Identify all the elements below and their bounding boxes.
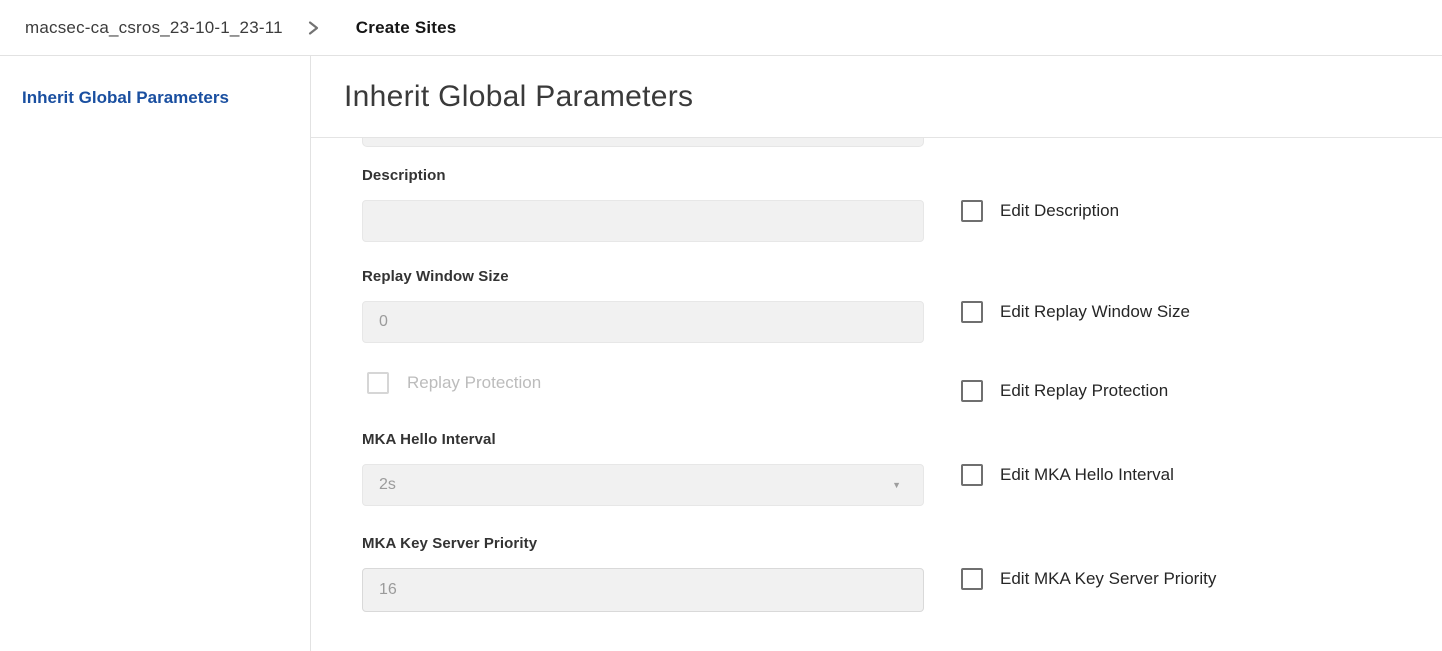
description-label: Description <box>362 167 924 185</box>
replay-protection-label: Replay Protection <box>407 373 541 393</box>
edit-replay-protection-label: Edit Replay Protection <box>1000 381 1168 401</box>
edit-mka-hello-interval-label: Edit MKA Hello Interval <box>1000 465 1174 485</box>
edit-mka-hello-interval-toggle[interactable]: Edit MKA Hello Interval <box>961 464 1174 486</box>
edit-replay-window-size-toggle[interactable]: Edit Replay Window Size <box>961 301 1190 323</box>
breadcrumb-current: Create Sites <box>356 18 457 38</box>
mka-hello-interval-value: 2s <box>379 476 396 494</box>
description-field: Description <box>362 167 924 242</box>
edit-mka-hello-interval-checkbox[interactable] <box>961 464 983 486</box>
replay-window-size-label: Replay Window Size <box>362 268 924 286</box>
edit-mka-key-server-priority-checkbox[interactable] <box>961 568 983 590</box>
steps-sidebar: Inherit Global Parameters <box>0 56 311 651</box>
edit-description-label: Edit Description <box>1000 201 1119 221</box>
body: Inherit Global Parameters Inherit Global… <box>0 56 1442 651</box>
edit-replay-window-size-label: Edit Replay Window Size <box>1000 302 1190 322</box>
description-input[interactable] <box>362 200 924 242</box>
page-title: Inherit Global Parameters <box>344 80 693 114</box>
replay-protection-row: Replay Protection Edit Replay Protection <box>362 372 1442 402</box>
replay-window-size-row: Replay Window Size Edit Replay Window Si… <box>362 268 1442 343</box>
edit-description-checkbox[interactable] <box>961 200 983 222</box>
mka-key-server-priority-row: MKA Key Server Priority Edit MKA Key Ser… <box>362 535 1442 612</box>
mka-key-server-priority-field: MKA Key Server Priority <box>362 535 924 612</box>
mka-hello-interval-row: MKA Hello Interval 2s ▼ Edit MKA Hello I… <box>362 431 1442 506</box>
edit-replay-protection-toggle[interactable]: Edit Replay Protection <box>961 380 1168 402</box>
main-panel: Inherit Global Parameters Description <box>311 56 1442 651</box>
mka-key-server-priority-input[interactable] <box>362 568 924 612</box>
edit-description-toggle[interactable]: Edit Description <box>961 200 1119 222</box>
breadcrumb: macsec-ca_csros_23-10-1_23-11 Create Sit… <box>0 0 1442 56</box>
replay-protection-field: Replay Protection <box>362 372 924 394</box>
edit-mka-key-server-priority-label: Edit MKA Key Server Priority <box>1000 569 1216 589</box>
description-row: Description <box>362 167 1442 242</box>
breadcrumb-parent-link[interactable]: macsec-ca_csros_23-10-1_23-11 <box>25 18 283 38</box>
replay-window-size-input[interactable] <box>362 301 924 343</box>
replay-protection-control[interactable]: Replay Protection <box>362 372 924 394</box>
mka-hello-interval-field: MKA Hello Interval 2s ▼ <box>362 431 924 506</box>
edit-replay-protection-checkbox[interactable] <box>961 380 983 402</box>
partial-input-cutoff[interactable] <box>362 138 924 147</box>
form-area: Description <box>311 138 1442 651</box>
mka-key-server-priority-label: MKA Key Server Priority <box>362 535 924 553</box>
mka-hello-interval-label: MKA Hello Interval <box>362 431 924 449</box>
edit-mka-key-server-priority-toggle[interactable]: Edit MKA Key Server Priority <box>961 568 1216 590</box>
create-sites-page: macsec-ca_csros_23-10-1_23-11 Create Sit… <box>0 0 1442 651</box>
sidebar-item-inherit-global-parameters[interactable]: Inherit Global Parameters <box>22 88 310 108</box>
chevron-right-icon <box>307 19 320 37</box>
section-header: Inherit Global Parameters <box>311 56 1442 138</box>
replay-window-size-field: Replay Window Size <box>362 268 924 343</box>
edit-replay-window-size-checkbox[interactable] <box>961 301 983 323</box>
chevron-down-icon: ▼ <box>892 480 907 490</box>
replay-protection-checkbox[interactable] <box>367 372 389 394</box>
mka-hello-interval-select[interactable]: 2s ▼ <box>362 464 924 506</box>
